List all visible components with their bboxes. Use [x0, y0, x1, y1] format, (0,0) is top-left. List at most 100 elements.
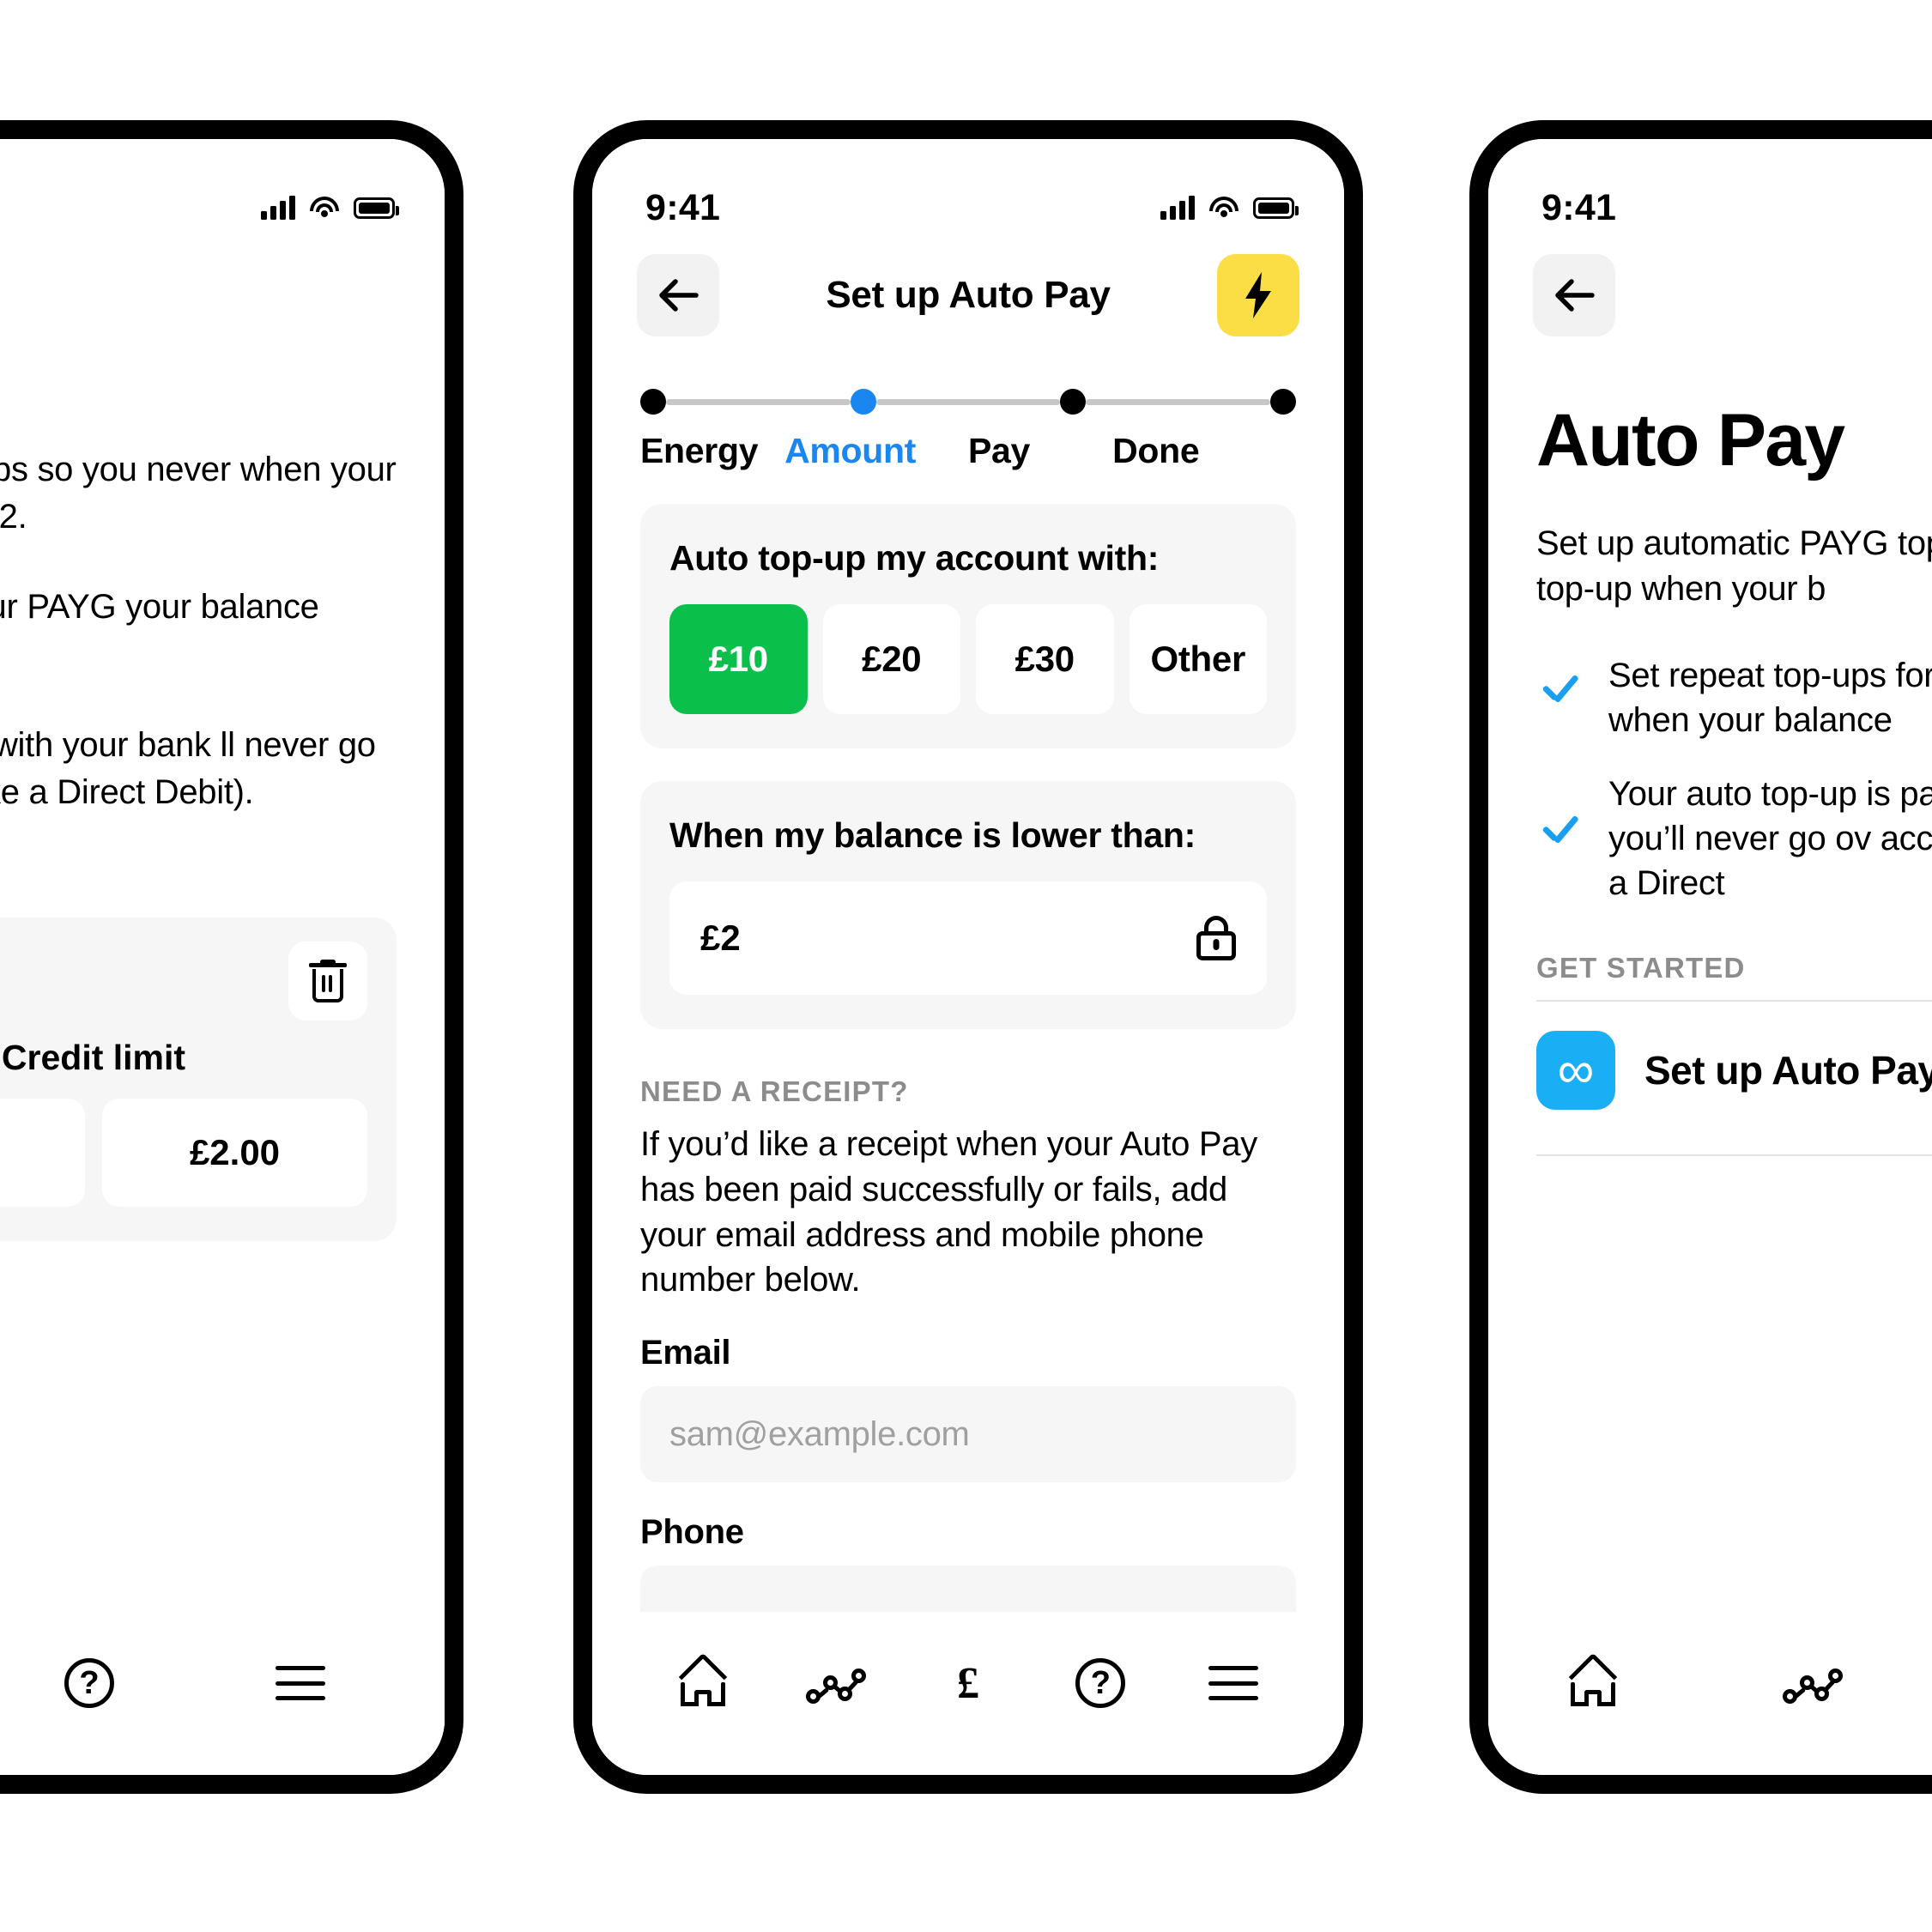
question-icon: ?: [1075, 1658, 1126, 1708]
threshold-card-title: When my balance is lower than:: [669, 815, 1196, 855]
step-dot-pay[interactable]: [1060, 389, 1087, 415]
back-button[interactable]: [637, 254, 719, 336]
topup-card-title: Auto top-up my account with:: [669, 538, 1160, 578]
divider: [1536, 1154, 1932, 1156]
tab-usage[interactable]: [795, 1646, 877, 1720]
receipt-eyebrow: NEED A RECEIPT?: [640, 1075, 909, 1107]
step-label-done: Done: [1112, 431, 1200, 470]
step-label-energy: Energy: [640, 431, 759, 470]
tab-usage[interactable]: [1772, 1646, 1854, 1720]
status-bar-right: 9:41: [1488, 139, 1932, 235]
get-started-item[interactable]: ∞ Set up Auto Pay: [1536, 1002, 1932, 1139]
phone-right: 9:41 Auto Pay Auto Pay Set up automatic …: [1469, 120, 1932, 1794]
benefit-text: Set repeat top-ups for yo meter when you…: [1608, 656, 1932, 739]
left-screen: Auto Pay c PAYG top-ups so you never whe…: [0, 139, 445, 1775]
home-icon: [678, 1652, 728, 1706]
usage-icon: [1783, 1662, 1843, 1704]
infinity-icon: ∞: [1536, 1030, 1615, 1110]
credit-limit-label: Credit limit: [1, 1038, 186, 1078]
tab-help[interactable]: ?: [1059, 1646, 1142, 1720]
benefit-row: Your auto top-up is paid card, so you’ll…: [1536, 772, 1932, 905]
check-icon: [1536, 675, 1583, 721]
tab-home[interactable]: [662, 1646, 744, 1720]
nav-bar-center: Set up Auto Pay: [592, 235, 1344, 355]
tab-menu[interactable]: [259, 1646, 342, 1720]
arrow-left-icon: [659, 279, 699, 312]
boost-button[interactable]: [1217, 254, 1299, 336]
step-dot-amount[interactable]: [850, 389, 876, 415]
signal-icon: [1160, 196, 1195, 220]
center-screen: 9:41 Set up Auto Pay Energy Amount Pay D…: [592, 139, 1344, 1775]
stepper-track: [640, 385, 1297, 419]
email-input[interactable]: sam@example.com: [640, 1386, 1296, 1483]
lightning-icon: [1245, 272, 1271, 318]
benefit-row: Set repeat top-ups for yo meter when you…: [1536, 653, 1932, 742]
pound-icon: £: [956, 1658, 979, 1708]
left-content: c PAYG top-ups so you never when your ba…: [0, 446, 445, 1242]
menu-icon: [276, 1666, 325, 1700]
step-label-pay: Pay: [967, 431, 1031, 470]
left-paragraph-3: op-up is paid with your bank ll never go…: [0, 725, 376, 811]
credit-limit-card: Credit limit £2.00: [0, 918, 397, 1242]
threshold-card: When my balance is lower than: £2: [640, 781, 1296, 1029]
stepper-labels: Energy Amount Pay Done: [640, 431, 1296, 471]
status-icons: [1160, 196, 1299, 220]
get-started-label: GET STARTED: [1536, 951, 1746, 984]
screenshot-stage: Auto Pay c PAYG top-ups so you never whe…: [0, 0, 1932, 1932]
tab-menu[interactable]: [1192, 1646, 1275, 1720]
tab-bar-right: £: [1488, 1612, 1932, 1775]
wifi-icon: [1209, 197, 1239, 219]
step-dot-energy[interactable]: [640, 389, 666, 415]
credit-limit-box-empty[interactable]: [0, 1099, 85, 1208]
threshold-field[interactable]: £2: [669, 881, 1267, 995]
home-icon: [1568, 1652, 1618, 1706]
stepper-bar-1: [666, 398, 851, 405]
tab-home[interactable]: [1552, 1646, 1634, 1720]
receipt-body: If you’d like a receipt when your Auto P…: [640, 1125, 1257, 1299]
status-bar-left: [0, 139, 445, 235]
center-content: Auto top-up my account with: £10 £20 £30…: [592, 504, 1344, 1662]
signal-icon: [261, 196, 295, 220]
amount-option-other[interactable]: Other: [1129, 604, 1267, 714]
credit-limit-value[interactable]: £2.00: [102, 1099, 367, 1208]
page-heading: Auto Pay: [1536, 399, 1845, 481]
nav-bar-left: Auto Pay: [0, 235, 445, 355]
question-icon: ?: [64, 1658, 114, 1708]
delete-button[interactable]: [288, 942, 367, 1021]
menu-icon: [1208, 1666, 1258, 1700]
credit-limit-row: £2.00: [0, 1099, 367, 1208]
amount-option-20[interactable]: £20: [822, 604, 960, 714]
amount-option-10[interactable]: £10: [669, 604, 808, 714]
topup-amount-card: Auto top-up my account with: £10 £20 £30…: [640, 504, 1296, 748]
battery-icon: [354, 197, 399, 219]
left-paragraph-1: c PAYG top-ups so you never when your ba…: [0, 451, 397, 536]
step-label-amount: Amount: [784, 431, 917, 470]
phone-left: Auto Pay c PAYG top-ups so you never whe…: [0, 120, 463, 1794]
phone-label: Phone: [640, 1513, 744, 1552]
status-time: 9:41: [1541, 186, 1617, 228]
stepper-bar-3: [1086, 398, 1271, 405]
check-icon: [1536, 815, 1583, 862]
left-nav-title: Auto Pay: [0, 274, 445, 317]
tab-help[interactable]: ?: [48, 1646, 130, 1720]
amount-option-30[interactable]: £30: [976, 604, 1114, 714]
tab-bar-center: £ ?: [592, 1612, 1344, 1775]
wifi-icon: [310, 197, 339, 219]
progress-stepper: Energy Amount Pay Done: [592, 355, 1344, 471]
arrow-left-icon: [1555, 279, 1595, 312]
back-button[interactable]: [1533, 254, 1615, 336]
stepper-bar-2: [875, 398, 1061, 405]
left-paragraph-2: op-ups for your PAYG your balance reache…: [0, 588, 319, 627]
tab-pay[interactable]: £: [927, 1646, 1009, 1720]
status-bar-center: 9:41: [592, 139, 1344, 235]
lock-icon: [1196, 916, 1236, 960]
phone-center: 9:41 Set up Auto Pay Energy Amount Pay D…: [573, 120, 1363, 1794]
intro-text: Set up automatic PAYG top-u forget to to…: [1536, 524, 1932, 608]
threshold-value: £2: [700, 918, 741, 958]
get-started-item-label: Set up Auto Pay: [1644, 1047, 1932, 1093]
trash-icon: [309, 960, 347, 1003]
benefit-text: Your auto top-up is paid card, so you’ll…: [1608, 774, 1932, 902]
step-dot-done[interactable]: [1270, 389, 1297, 415]
tab-bar-left: £ ?: [0, 1612, 445, 1775]
status-time: 9:41: [645, 186, 721, 228]
